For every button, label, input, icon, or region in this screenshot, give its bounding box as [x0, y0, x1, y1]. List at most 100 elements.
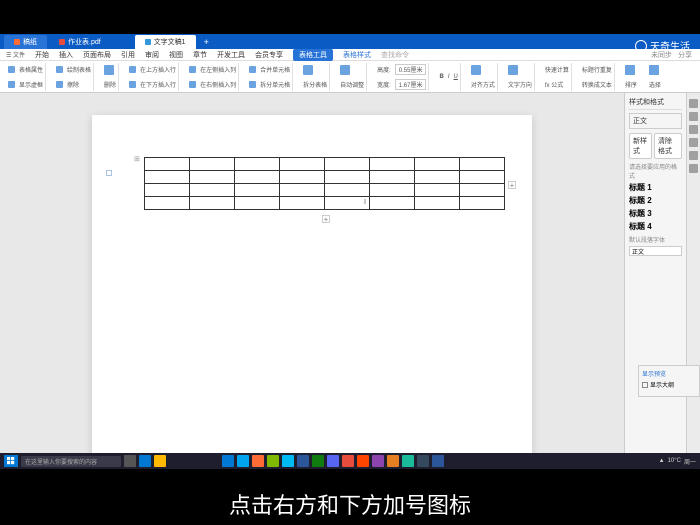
- heading-style[interactable]: 标题 1: [629, 182, 682, 193]
- default-para-style[interactable]: 默认段落字体: [629, 235, 682, 244]
- table-props-button[interactable]: 表格属性: [19, 65, 43, 74]
- clock[interactable]: 周一: [684, 457, 696, 466]
- merge-button[interactable]: 合并单元格: [260, 65, 290, 74]
- window-tab[interactable]: [113, 40, 133, 44]
- taskbar-app-icon[interactable]: [297, 455, 309, 467]
- new-style-button[interactable]: 新样式: [629, 133, 652, 159]
- weather-widget[interactable]: 10°C: [668, 458, 681, 464]
- ribbon-tab[interactable]: 表格样式: [343, 50, 371, 60]
- autofit-button[interactable]: 自动调整: [340, 80, 364, 89]
- height-input[interactable]: 0.55厘米: [395, 64, 427, 75]
- insert-right-button[interactable]: 在右侧插入列: [200, 80, 236, 89]
- bold-button[interactable]: B: [439, 74, 443, 80]
- taskbar-app-icon[interactable]: [327, 455, 339, 467]
- heading-style[interactable]: 标题 3: [629, 208, 682, 219]
- new-tab-button[interactable]: +: [198, 35, 215, 49]
- sidebar-tool-icon[interactable]: [689, 138, 698, 147]
- sidebar-tool-icon[interactable]: [689, 99, 698, 108]
- ribbon-tab[interactable]: 章节: [193, 50, 207, 60]
- sort-icon: [625, 65, 635, 75]
- width-input[interactable]: 1.67厘米: [395, 79, 427, 90]
- wechat-icon[interactable]: [312, 455, 324, 467]
- insert-below-button[interactable]: 在下方插入行: [140, 80, 176, 89]
- taskbar-search[interactable]: 在这里输入你要搜索的内容: [21, 456, 121, 467]
- heading-style[interactable]: 标题 4: [629, 221, 682, 232]
- sidebar-tool-icon[interactable]: [689, 112, 698, 121]
- style-filter-input[interactable]: [629, 246, 682, 256]
- doc-icon: [14, 39, 20, 45]
- taskbar-app-icon[interactable]: [357, 455, 369, 467]
- tray-icon[interactable]: ▲: [659, 458, 665, 464]
- ribbon-tab[interactable]: 开发工具: [217, 50, 245, 60]
- taskbar-app-icon[interactable]: [237, 455, 249, 467]
- window-tab-active[interactable]: 文字文稿1: [135, 35, 196, 49]
- sidebar-tool-icon[interactable]: [689, 164, 698, 173]
- repeat-header-button[interactable]: 标题行重复: [582, 65, 612, 74]
- text-direction-button[interactable]: 文字方向: [508, 80, 532, 89]
- workspace: ⊞ + + I 样式和格式 正文 新样式 清除格式 请选择要应用的格式: [0, 93, 700, 459]
- search-commands[interactable]: 查找命令: [381, 50, 409, 60]
- document-table[interactable]: [144, 157, 505, 210]
- wps-icon[interactable]: [432, 455, 444, 467]
- split-icon: [249, 81, 256, 88]
- select-button[interactable]: 选择: [649, 80, 661, 89]
- formula-button[interactable]: fx 公式: [545, 80, 563, 89]
- italic-button[interactable]: I: [448, 74, 450, 80]
- document-page[interactable]: ⊞ + + I: [92, 115, 532, 459]
- document-area[interactable]: ⊞ + + I: [0, 93, 624, 459]
- taskbar-app-icon[interactable]: [222, 455, 234, 467]
- sidebar-tool-icon[interactable]: [689, 125, 698, 134]
- checkbox[interactable]: [642, 382, 648, 388]
- explorer-icon[interactable]: [154, 455, 166, 467]
- align-button[interactable]: 对齐方式: [471, 80, 495, 89]
- split-cell-button[interactable]: 拆分单元格: [260, 80, 290, 89]
- ribbon-tab[interactable]: 页面布局: [83, 50, 111, 60]
- table-handle-icon[interactable]: ⊞: [134, 155, 140, 163]
- insert-above-button[interactable]: 在上方插入行: [140, 65, 176, 74]
- window-tab[interactable]: 稿纸: [4, 35, 47, 49]
- heading-style[interactable]: 标题 2: [629, 195, 682, 206]
- ribbon-tab[interactable]: 审阅: [145, 50, 159, 60]
- underline-button[interactable]: U: [454, 74, 458, 80]
- taskbar-app-icon[interactable]: [417, 455, 429, 467]
- delete-button[interactable]: 删除: [104, 80, 116, 89]
- current-style[interactable]: 正文: [629, 113, 682, 129]
- ribbon-tab-active[interactable]: 表格工具: [293, 49, 333, 61]
- taskbar-app-icon[interactable]: [252, 455, 264, 467]
- taskbar-app-icon[interactable]: [267, 455, 279, 467]
- eraser-button[interactable]: 擦除: [67, 80, 79, 89]
- ribbon-tab[interactable]: 引用: [121, 50, 135, 60]
- taskbar-app-icon[interactable]: [372, 455, 384, 467]
- quick-calc-button[interactable]: 快速计算: [545, 65, 569, 74]
- ribbon-tab[interactable]: 开始: [35, 50, 49, 60]
- insert-left-icon: [189, 66, 196, 73]
- convert-button[interactable]: 转换成文本: [582, 80, 612, 89]
- taskbar-app-icon[interactable]: [387, 455, 399, 467]
- taskbar-app-icon[interactable]: [282, 455, 294, 467]
- taskbar-app-icon[interactable]: [342, 455, 354, 467]
- insert-below-icon: [129, 81, 136, 88]
- task-view-icon[interactable]: [124, 455, 136, 467]
- ribbon-tab[interactable]: 插入: [59, 50, 73, 60]
- draw-table-button[interactable]: 绘制表格: [67, 65, 91, 74]
- link-text[interactable]: 显示预览: [642, 369, 666, 378]
- sort-button[interactable]: 排序: [625, 80, 637, 89]
- split-table-button[interactable]: 拆分表格: [303, 80, 327, 89]
- clear-format-button[interactable]: 清除格式: [654, 133, 682, 159]
- window-tab[interactable]: 作业表.pdf: [49, 35, 111, 49]
- edge-icon[interactable]: [139, 455, 151, 467]
- watermark-icon: [635, 40, 647, 52]
- ribbon-tab[interactable]: 视图: [169, 50, 183, 60]
- height-label: 高度:: [377, 65, 391, 74]
- show-gridlines-button[interactable]: 显示虚框: [19, 80, 43, 89]
- add-column-button[interactable]: +: [508, 181, 516, 189]
- start-button[interactable]: [4, 455, 18, 467]
- ribbon-tab[interactable]: 会员专享: [255, 50, 283, 60]
- insert-left-button[interactable]: 在左侧插入列: [200, 65, 236, 74]
- taskbar-app-icon[interactable]: [402, 455, 414, 467]
- menu-icon[interactable]: ☰ 文件: [6, 50, 25, 59]
- text-dir-icon: [508, 65, 518, 75]
- system-tray[interactable]: ▲ 10°C 周一: [659, 457, 696, 466]
- sidebar-tool-icon[interactable]: [689, 151, 698, 160]
- add-row-button[interactable]: +: [322, 215, 330, 223]
